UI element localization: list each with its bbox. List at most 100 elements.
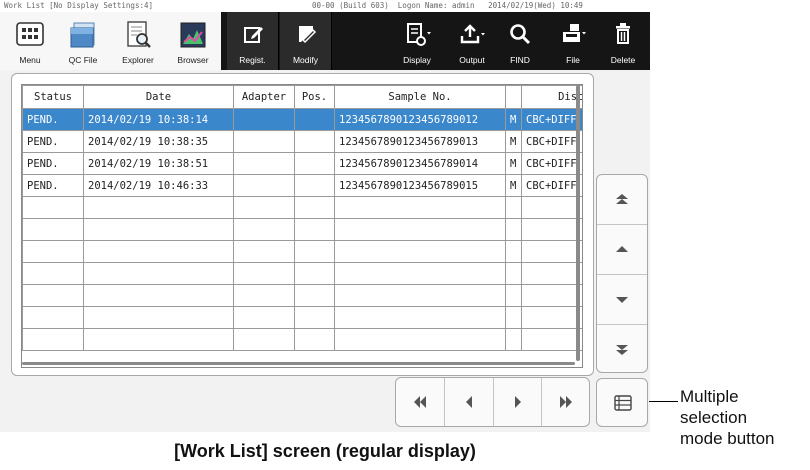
cell-pos (294, 108, 335, 131)
display-settings-icon (407, 23, 431, 46)
modify-label: Modify (292, 55, 319, 65)
column-header-pos[interactable]: Pos. (294, 85, 335, 109)
launcher-group: Menu QC File Explorer Browser (0, 12, 221, 70)
cell-date: 2014/02/19 10:46:33 (83, 174, 234, 197)
find-button[interactable]: FIND (497, 12, 543, 70)
cell-adapter (233, 108, 295, 131)
scroll-up-icon (616, 246, 628, 252)
scroll-up-button[interactable] (597, 224, 647, 273)
previous-page-icon (466, 396, 472, 408)
screen-title: Work List [No Display Settings:4] (4, 1, 154, 10)
horizontal-scrollbar[interactable] (22, 362, 575, 365)
explorer-icon (127, 21, 151, 48)
cell-adapter (233, 152, 295, 175)
display-label: Display (403, 55, 431, 65)
file-label: File (566, 55, 580, 65)
cell-mode: M (505, 108, 522, 131)
trash-icon (616, 23, 630, 44)
last-page-button[interactable] (541, 378, 589, 426)
regist-label: Regist. (239, 55, 266, 65)
display-button[interactable]: Display (389, 12, 445, 70)
column-header-sample-no[interactable]: Sample No. (334, 85, 506, 109)
cell-mode: M (505, 174, 522, 197)
qc-file-label: QC File (68, 55, 98, 65)
table-row[interactable]: PEND. 2014/02/19 10:38:35 1234567890123456… (22, 130, 582, 153)
action-group: Regist. Modify Display Output FIND File … (221, 12, 650, 70)
cell-discrete: CBC+DIFF (521, 174, 582, 197)
cell-discrete: CBC+DIFF (521, 108, 582, 131)
explorer-label: Explorer (122, 55, 154, 65)
page-navigation (395, 377, 590, 427)
file-icon (563, 24, 586, 42)
browser-icon (180, 22, 206, 48)
menu-button[interactable]: Menu (6, 12, 54, 70)
scroll-bottom-button[interactable] (597, 324, 647, 372)
work-list-screen: Work List [No Display Settings:4] 00-00 … (0, 0, 650, 432)
cell-date: 2014/02/19 10:38:51 (83, 152, 234, 175)
toolbar: Menu QC File Explorer Browser Regist. Mo… (0, 12, 650, 70)
cell-sample-no: 1234567890123456789014 (334, 152, 506, 175)
first-page-button[interactable] (396, 378, 444, 426)
cell-mode: M (505, 152, 522, 175)
work-list-panel: Status Date Adapter Pos. Sample No. Disc… (11, 73, 594, 376)
cell-adapter (233, 174, 295, 197)
cell-discrete: CBC+DIFF (521, 152, 582, 175)
cell-mode: M (505, 130, 522, 153)
output-button[interactable]: Output (447, 12, 497, 70)
cell-pos (294, 152, 335, 175)
cell-discrete: CBC+DIFF (521, 130, 582, 153)
qc-file-button[interactable]: QC File (57, 12, 109, 70)
menu-label: Menu (19, 55, 41, 65)
scroll-button-group (596, 174, 648, 373)
list-view-icon (614, 395, 632, 411)
previous-page-button[interactable] (444, 378, 492, 426)
next-page-button[interactable] (493, 378, 541, 426)
column-header-date[interactable]: Date (83, 85, 234, 109)
output-label: Output (459, 55, 485, 65)
scroll-bottom-icon (616, 345, 628, 355)
multiple-selection-mode-button[interactable] (596, 378, 648, 427)
explorer-button[interactable]: Explorer (112, 12, 164, 70)
work-list-table: Status Date Adapter Pos. Sample No. Disc… (21, 84, 583, 368)
table-row[interactable]: PEND. 2014/02/19 10:46:33 1234567890123456… (22, 174, 582, 197)
browser-button[interactable]: Browser (167, 12, 219, 70)
table-row[interactable]: PEND. 2014/02/19 10:38:51 1234567890123456… (22, 152, 582, 175)
column-header-discrete[interactable]: Discre (521, 85, 582, 109)
modify-button[interactable]: Modify (280, 12, 332, 70)
title-bar: Work List [No Display Settings:4] 00-00 … (0, 0, 650, 12)
cell-sample-no: 1234567890123456789013 (334, 130, 506, 153)
cell-status: PEND. (22, 130, 84, 153)
scroll-down-icon (616, 297, 628, 303)
find-label: FIND (510, 55, 530, 65)
scroll-top-button[interactable] (597, 175, 647, 224)
column-header-status[interactable]: Status (22, 85, 84, 109)
output-icon (460, 24, 485, 44)
column-header-adapter[interactable]: Adapter (233, 85, 295, 109)
next-page-icon (515, 396, 521, 408)
vertical-scrollbar[interactable] (576, 85, 580, 361)
column-header-mode[interactable] (505, 85, 522, 109)
scroll-down-button[interactable] (597, 274, 647, 323)
modify-icon (298, 26, 316, 44)
cell-pos (294, 174, 335, 197)
cell-status: PEND. (22, 174, 84, 197)
delete-button[interactable]: Delete (599, 12, 647, 70)
qc-file-icon (70, 22, 95, 48)
cell-date: 2014/02/19 10:38:14 (83, 108, 234, 131)
status-info: 00-00 (Build 603) Logon Name: admin 2014… (312, 1, 583, 10)
table-row[interactable]: PEND. 2014/02/19 10:38:14 1234567890123456… (22, 108, 582, 131)
cell-date: 2014/02/19 10:38:35 (83, 130, 234, 153)
callout-leader-line (649, 401, 678, 402)
first-page-icon (414, 396, 426, 408)
last-page-icon (560, 396, 572, 408)
cell-sample-no: 1234567890123456789012 (334, 108, 506, 131)
regist-button[interactable]: Regist. (227, 12, 279, 70)
cell-sample-no: 1234567890123456789015 (334, 174, 506, 197)
cell-status: PEND. (22, 152, 84, 175)
cell-pos (294, 130, 335, 153)
menu-icon (16, 22, 44, 46)
cell-adapter (233, 130, 295, 153)
cell-status: PEND. (22, 108, 84, 131)
file-button[interactable]: File (547, 12, 599, 70)
callout-label: Multiple selection mode button (680, 387, 775, 448)
